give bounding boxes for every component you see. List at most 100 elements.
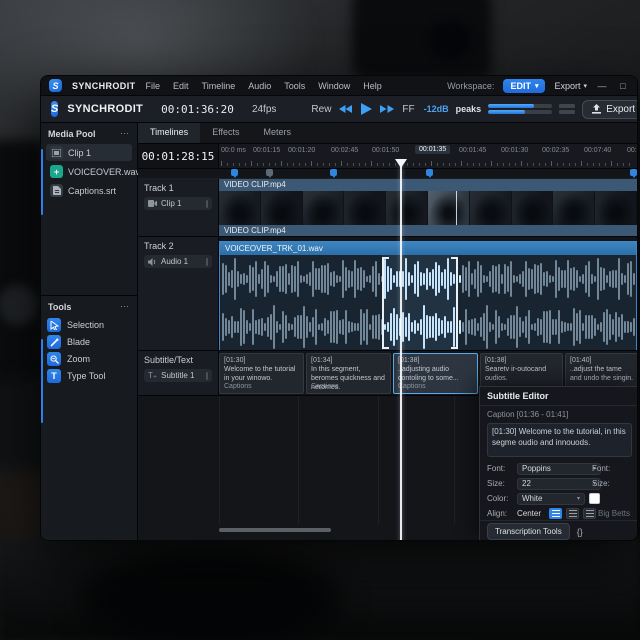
- waveform-selection-region[interactable]: [382, 255, 458, 350]
- tool-label: Blade: [67, 337, 91, 347]
- export-button-label: Export: [606, 103, 636, 115]
- menu-window[interactable]: Window: [318, 81, 350, 91]
- skip-back-icon[interactable]: [339, 104, 353, 114]
- track1-header: Track 1 Clip 1: [138, 179, 219, 236]
- braces-icon[interactable]: {}: [577, 527, 583, 537]
- gridline: [298, 396, 299, 524]
- tool-blade[interactable]: Blade: [47, 335, 131, 349]
- align-row: Align: Center Big Betts: [480, 506, 637, 521]
- caption-text: Welcome to the tutorial in your winowo.: [224, 366, 296, 383]
- audio-clip[interactable]: VOICEOVER_TRK_01.wav: [219, 241, 637, 350]
- media-item-label: Clip 1: [68, 147, 92, 158]
- track1-clip-chip[interactable]: Clip 1: [144, 197, 212, 210]
- tab-effects[interactable]: Effects: [200, 123, 251, 143]
- caption-box-3-selected[interactable]: [01:38] ..adjusting audio contoling to s…: [393, 353, 478, 394]
- more-options-icon[interactable]: ⋯: [120, 301, 130, 312]
- selection-cursor-icon: [47, 318, 61, 332]
- color-row: Color: White ▾: [480, 491, 637, 506]
- font-dropdown[interactable]: Poppins ▾: [517, 462, 601, 475]
- ruler-ticks: [221, 161, 635, 166]
- tool-selection[interactable]: Selection: [47, 318, 131, 332]
- sidebar: Media Pool ⋯ Clip 1 + VOICEOVER.wav Capt…: [41, 123, 140, 540]
- chip-handle: [206, 199, 208, 208]
- media-item-captions[interactable]: Captions.srt: [46, 182, 132, 199]
- menu-tools[interactable]: Tools: [284, 81, 305, 91]
- timeline-marker[interactable]: [426, 169, 433, 178]
- caption-time: [01:34]: [311, 357, 333, 364]
- caption-box-2[interactable]: [01:34] In this segment, beromes quickne…: [306, 353, 391, 394]
- size-value: 22: [522, 479, 531, 488]
- export-button[interactable]: Export: [582, 99, 637, 119]
- ruler-scale[interactable]: 00:0 ms 00:01:15 00:01:20 00:02:45 00:01…: [219, 144, 637, 168]
- tool-type[interactable]: T Type Tool: [47, 369, 131, 383]
- app-logo-icon: S: [49, 79, 62, 92]
- timeline-marker[interactable]: [266, 169, 273, 178]
- caption-text-input[interactable]: [01:30] Welcome to the tutorial, in this…: [487, 423, 632, 457]
- more-options-icon[interactable]: ⋯: [120, 128, 130, 139]
- align-center-button[interactable]: [566, 508, 579, 519]
- tab-timelines[interactable]: Timelines: [138, 123, 201, 143]
- caption-time: [01:40]: [570, 357, 592, 364]
- color-dropdown[interactable]: White ▾: [517, 492, 585, 505]
- media-item-label: Captions.srt: [68, 185, 117, 196]
- upload-icon: [592, 104, 602, 114]
- zoom-magnifier-icon: [47, 352, 61, 366]
- caption-label: Captions: [311, 382, 339, 390]
- menu-file[interactable]: File: [146, 81, 161, 91]
- video-clip[interactable]: VIDEO CLIP.mp4 VIDEO CLIP.mp4: [219, 179, 637, 236]
- align-left-button[interactable]: [549, 508, 562, 519]
- ruler-label-highlighted: 00:01:35: [415, 145, 451, 154]
- menu-audio[interactable]: Audio: [248, 81, 271, 91]
- skip-forward-icon[interactable]: [380, 104, 395, 114]
- subtitle-editor-title: Subtitle Editor: [480, 387, 637, 406]
- track3-clip-chip[interactable]: T₊ Subtitle 1: [144, 369, 212, 382]
- tool-zoom[interactable]: Zoom: [47, 352, 131, 366]
- track2-clip-chip[interactable]: Audio 1: [144, 255, 212, 268]
- accent-strip: [41, 149, 43, 215]
- timeline-marker[interactable]: [231, 169, 238, 178]
- playhead[interactable]: [395, 159, 407, 540]
- maximize-button[interactable]: □: [617, 81, 629, 91]
- font-label: Font:: [487, 464, 506, 473]
- color-swatch[interactable]: [589, 493, 600, 504]
- timeline-ruler[interactable]: 00:01:28:15 00:0 ms 00:01:15 00:01:20 00…: [138, 144, 637, 169]
- right-font-label: Font:: [592, 464, 611, 473]
- subtitle-editor-footer: Transcription Tools {}: [480, 520, 637, 540]
- font-value: Poppins: [522, 464, 551, 473]
- accent-strip: [41, 339, 43, 423]
- tool-label: Zoom: [67, 354, 91, 364]
- caption-box-1[interactable]: [01:30] Welcome to the tutorial in your …: [219, 353, 304, 394]
- caption-text: ..adjusting audio contoling to some...: [398, 366, 459, 383]
- media-item-voiceover[interactable]: + VOICEOVER.wav: [46, 163, 140, 180]
- chip-label: Audio 1: [161, 257, 189, 266]
- audio-clip-name: VOICEOVER_TRK_01.wav: [220, 242, 636, 255]
- horizontal-scrollbar[interactable]: [219, 528, 331, 532]
- play-icon[interactable]: [361, 103, 373, 115]
- align-right-button[interactable]: [583, 508, 596, 519]
- size-dropdown[interactable]: 22 ▾: [517, 477, 601, 490]
- export-menu[interactable]: Export ▾: [554, 81, 587, 91]
- workspace-value: EDIT: [510, 80, 531, 91]
- peaks-db-value: -12dB: [423, 104, 449, 114]
- media-item-clip1[interactable]: Clip 1: [46, 144, 132, 161]
- audio-clip-area[interactable]: VOICEOVER_TRK_01.wav: [219, 237, 637, 350]
- timeline-marker[interactable]: [630, 169, 637, 178]
- peaks-label: peaks: [455, 104, 482, 114]
- selection-in-handle[interactable]: [382, 257, 389, 349]
- menu-edit[interactable]: Edit: [173, 81, 189, 91]
- background-photo: S SYNCHRODIT File Edit Timeline Audio To…: [0, 0, 640, 640]
- chip-handle: [206, 257, 208, 266]
- minimize-button[interactable]: —: [596, 81, 608, 91]
- workspace-dropdown[interactable]: EDIT ▾: [503, 78, 546, 93]
- tool-label: Type Tool: [67, 371, 106, 381]
- menu-timeline[interactable]: Timeline: [202, 81, 236, 91]
- audio-level-meter: [488, 104, 553, 114]
- waveform[interactable]: [220, 255, 636, 350]
- menu-help[interactable]: Help: [363, 81, 382, 91]
- selection-out-handle[interactable]: [451, 257, 458, 349]
- transcription-tools-button[interactable]: Transcription Tools: [487, 523, 570, 540]
- tab-meters[interactable]: Meters: [252, 123, 304, 143]
- timeline-marker[interactable]: [330, 169, 337, 178]
- align-value: Center: [517, 509, 542, 518]
- ruler-label: 00:07:40: [584, 147, 612, 154]
